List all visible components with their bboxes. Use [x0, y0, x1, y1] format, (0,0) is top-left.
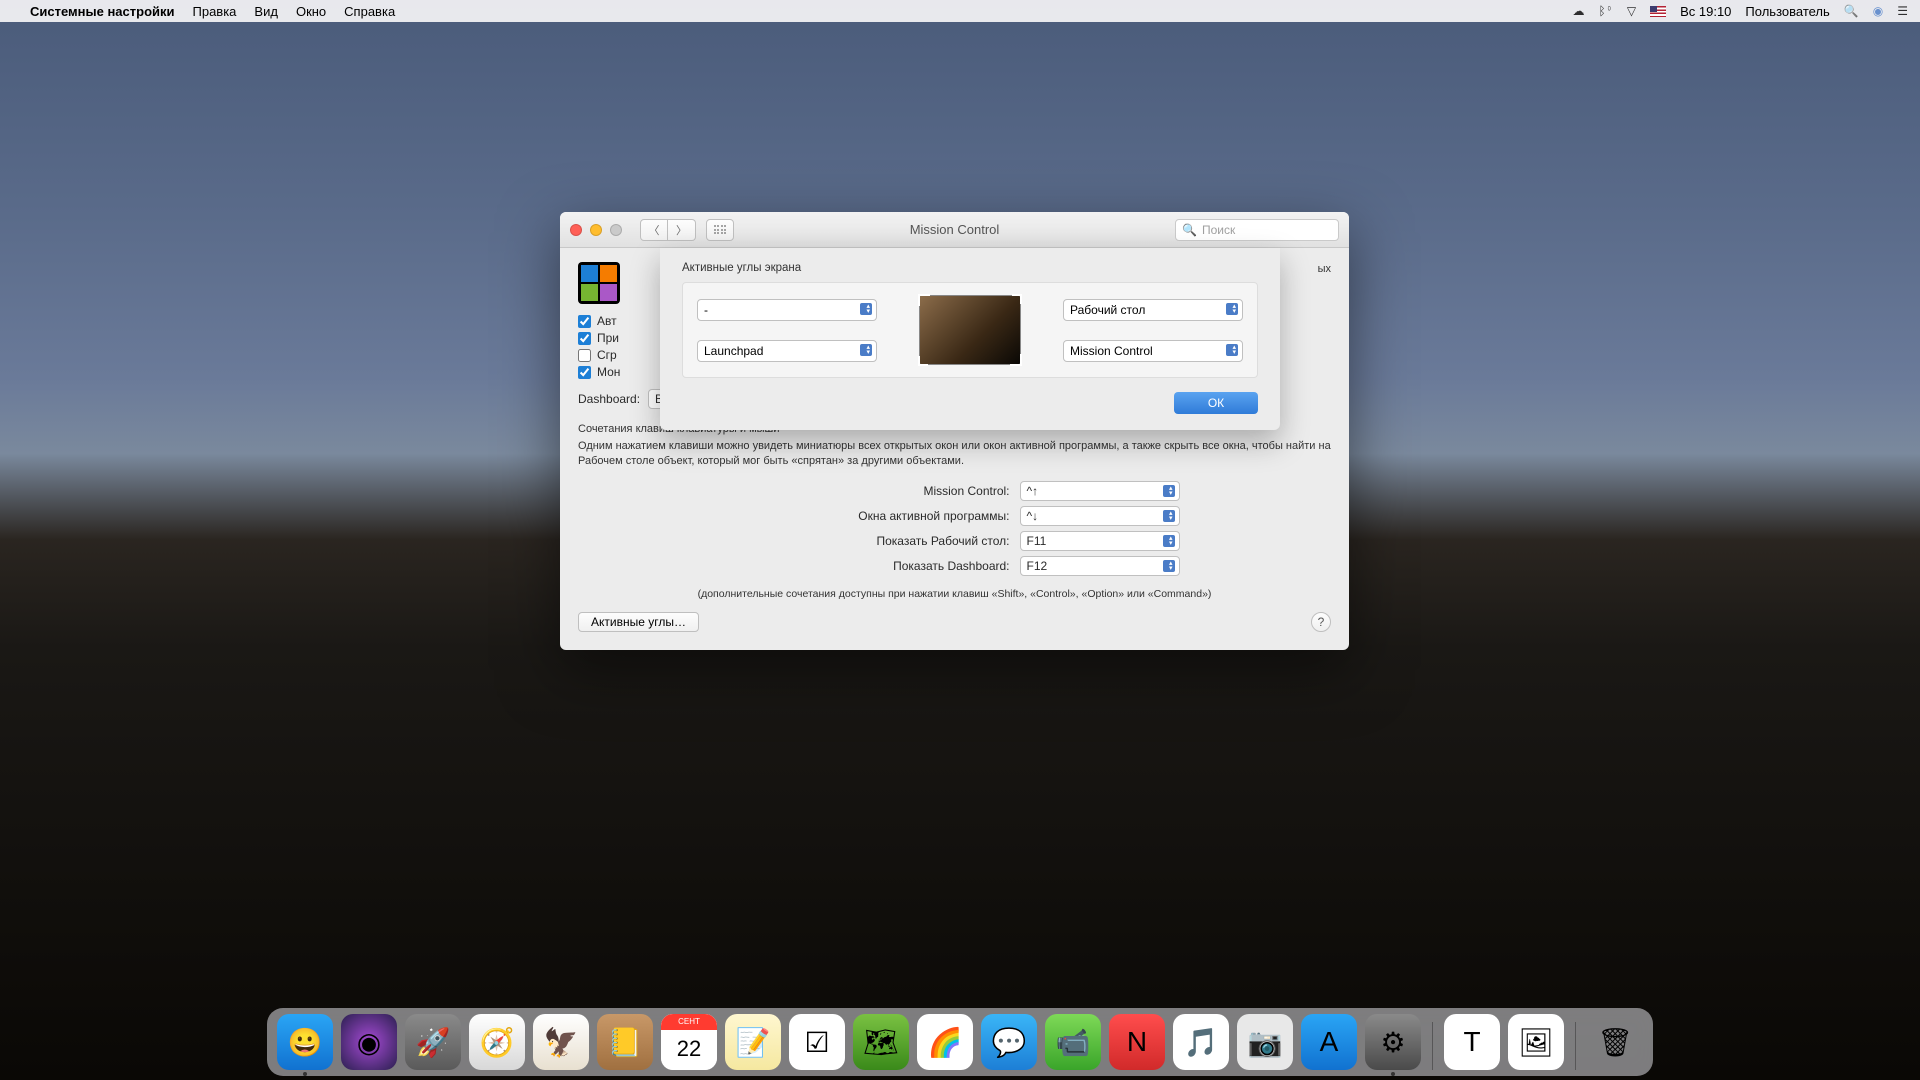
dock-itunes[interactable]: 🎵 [1173, 1014, 1229, 1070]
corner-top-right-select[interactable]: Рабочий стол▴▾ [1063, 299, 1243, 321]
shortcut-dashboard-select[interactable]: F12▴▾ [1020, 556, 1180, 576]
window-title: Mission Control [910, 222, 1000, 237]
app-menu[interactable]: Системные настройки [30, 4, 175, 19]
minimize-button[interactable] [590, 224, 602, 236]
search-icon: 🔍 [1182, 223, 1197, 237]
checkbox-displays[interactable] [578, 366, 591, 379]
user-menu[interactable]: Пользователь [1745, 4, 1829, 19]
checkbox-label: Авт [597, 314, 617, 328]
ok-button[interactable]: ОК [1174, 392, 1258, 414]
input-source-icon[interactable] [1650, 6, 1666, 17]
corner-bottom-right-select[interactable]: Mission Control▴▾ [1063, 340, 1243, 362]
dock-safari[interactable]: 🧭 [469, 1014, 525, 1070]
cloud-icon[interactable]: ☁ [1572, 4, 1584, 18]
dock-news[interactable]: N [1109, 1014, 1165, 1070]
corner-top-left-select[interactable]: -▴▾ [697, 299, 877, 321]
window-titlebar[interactable]: 〈 〉 Mission Control 🔍 Поиск [560, 212, 1349, 248]
dock-screenshot[interactable]: 📷 [1237, 1014, 1293, 1070]
dock-mail[interactable]: 🦅 [533, 1014, 589, 1070]
shortcut-mission-control-select[interactable]: ^↑▴▾ [1020, 481, 1180, 501]
dock: 😀◉🚀🧭🦅📒СЕНТ22📝☑🗺🌈💬📹N🎵📷A⚙ T🖼 🗑 [267, 1008, 1653, 1076]
checkbox-label: Мон [597, 365, 620, 379]
search-input[interactable]: 🔍 Поиск [1175, 219, 1339, 241]
shortcut-app-windows-select[interactable]: ^↓▴▾ [1020, 506, 1180, 526]
dashboard-label: Dashboard: [578, 392, 640, 406]
dock-separator [1432, 1022, 1433, 1070]
dock-contacts[interactable]: 📒 [597, 1014, 653, 1070]
hot-corners-sheet: Активные углы экрана -▴▾ Рабочий стол▴▾ … [660, 248, 1280, 430]
dock-trash[interactable]: 🗑 [1587, 1014, 1643, 1070]
menu-window[interactable]: Окно [296, 4, 326, 19]
shortcut-label: Показать Dashboard: [730, 559, 1010, 573]
hot-corners-button[interactable]: Активные углы… [578, 612, 699, 632]
dock-finder[interactable]: 😀 [277, 1014, 333, 1070]
shortcuts-info: Одним нажатием клавиши можно увидеть мин… [578, 439, 1331, 469]
checkbox-switch[interactable] [578, 332, 591, 345]
shortcut-label: Показать Рабочий стол: [730, 534, 1010, 548]
menu-view[interactable]: Вид [254, 4, 278, 19]
dock-siri[interactable]: ◉ [341, 1014, 397, 1070]
dock-separator [1575, 1022, 1576, 1070]
corner-bottom-left-select[interactable]: Launchpad▴▾ [697, 340, 877, 362]
spotlight-icon[interactable]: 🔍 [1844, 4, 1859, 18]
search-placeholder: Поиск [1202, 223, 1235, 237]
close-button[interactable] [570, 224, 582, 236]
show-all-button[interactable] [706, 219, 734, 241]
dock-maps[interactable]: 🗺 [853, 1014, 909, 1070]
help-button[interactable]: ? [1311, 612, 1331, 632]
dock-settings[interactable]: ⚙ [1365, 1014, 1421, 1070]
dock-facetime[interactable]: 📹 [1045, 1014, 1101, 1070]
menu-help[interactable]: Справка [344, 4, 395, 19]
checkbox-label: При [597, 331, 619, 345]
checkbox-auto[interactable] [578, 315, 591, 328]
back-button[interactable]: 〈 [640, 219, 668, 241]
shortcut-desktop-select[interactable]: F11▴▾ [1020, 531, 1180, 551]
system-preferences-window: 〈 〉 Mission Control 🔍 Поиск ых Авт При [560, 212, 1349, 650]
shortcuts-note: (дополнительные сочетания доступны при н… [578, 588, 1331, 600]
sheet-title: Активные углы экрана [682, 262, 1258, 274]
dock-calendar[interactable]: СЕНТ22 [661, 1014, 717, 1070]
screen-thumbnail [919, 295, 1021, 365]
menu-edit[interactable]: Правка [193, 4, 237, 19]
clock[interactable]: Вс 19:10 [1680, 4, 1731, 19]
notification-center-icon[interactable]: ☰ [1897, 4, 1908, 18]
checkbox-label: Сгр [597, 348, 617, 362]
zoom-button [610, 224, 622, 236]
dock-appstore[interactable]: A [1301, 1014, 1357, 1070]
dock-notes[interactable]: 📝 [725, 1014, 781, 1070]
dock-reminders[interactable]: ☑ [789, 1014, 845, 1070]
menubar: Системные настройки Правка Вид Окно Спра… [0, 0, 1920, 22]
dock-launchpad[interactable]: 🚀 [405, 1014, 461, 1070]
shortcut-label: Mission Control: [730, 484, 1010, 498]
dock-photos[interactable]: 🌈 [917, 1014, 973, 1070]
dock-preview[interactable]: 🖼 [1508, 1014, 1564, 1070]
dock-messages[interactable]: 💬 [981, 1014, 1037, 1070]
mission-control-icon [578, 262, 620, 304]
wifi-icon[interactable]: ▽ [1627, 4, 1636, 18]
checkbox-group[interactable] [578, 349, 591, 362]
shortcut-label: Окна активной программы: [730, 509, 1010, 523]
bluetooth-icon[interactable]: ᛒ⁰ [1598, 4, 1612, 18]
siri-menubar-icon[interactable]: ◉ [1873, 4, 1883, 18]
forward-button[interactable]: 〉 [668, 219, 696, 241]
dock-textedit[interactable]: T [1444, 1014, 1500, 1070]
